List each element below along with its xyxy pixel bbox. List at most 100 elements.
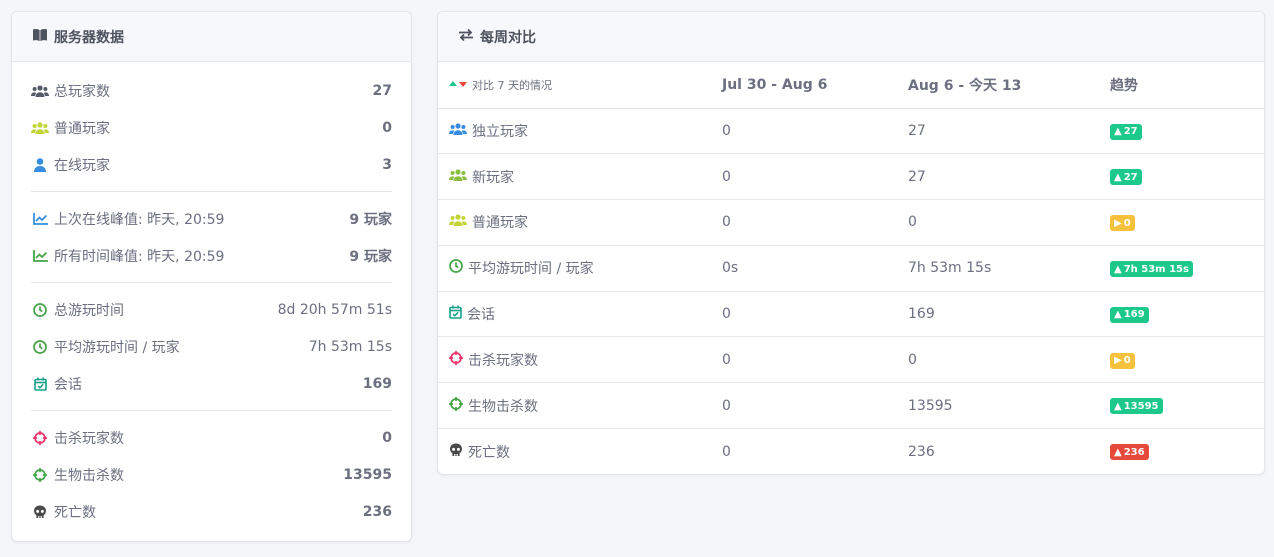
stat-row-deaths: 死亡数 236 (31, 493, 392, 530)
stat-label: 击杀玩家数 (54, 430, 124, 447)
server-stat-list: 总玩家数 27 普通玩家 0 在线玩家 3 上次在线峰值: 昨天, 20:59 … (12, 62, 411, 530)
trend-badge: ▶ 0 (1110, 352, 1135, 369)
column-header-this-week: Aug 6 - 今天 13 (897, 62, 1099, 109)
stat-row-online-players: 在线玩家 3 (31, 146, 392, 183)
stat-label: 会话 (54, 376, 82, 393)
stat-value: 236 (362, 503, 392, 520)
divider (31, 410, 392, 411)
stat-row-sessions: 会话 169 (31, 365, 392, 402)
table-row: 击杀玩家数 0 0 ▶ 0 (438, 336, 1264, 383)
stat-value: 3 (382, 156, 392, 173)
row-label: 平均游玩时间 / 玩家 (468, 261, 594, 278)
this-week-value: 27 (897, 107, 1099, 154)
trend-value: 13595 (1123, 400, 1159, 412)
this-week-value: 236 (897, 428, 1099, 474)
crosshairs-icon (31, 466, 49, 484)
stat-row-all-time-peak: 所有时间峰值: 昨天, 20:59 9 玩家 (31, 237, 392, 274)
trend-value: 7h 53m 15s (1123, 263, 1189, 275)
weekly-comparison-title: 每周对比 (480, 29, 536, 46)
trend-value: 27 (1123, 126, 1138, 138)
prev-week-value: 0 (711, 290, 897, 337)
stat-label: 总玩家数 (54, 83, 110, 100)
trend-value: 0 (1123, 355, 1131, 367)
trend-badge: ▲ 13595 (1110, 398, 1163, 415)
column-header-label: 对比 7 天的情况 (472, 78, 552, 92)
caret-up-icon: ▲ (1114, 446, 1122, 458)
this-week-value: 27 (897, 153, 1099, 200)
caret-right-icon: ▶ (1114, 217, 1122, 229)
server-data-title: 服务器数据 (54, 29, 124, 46)
stat-row-mob-kills: 生物击杀数 13595 (31, 456, 392, 493)
users-icon (31, 82, 49, 100)
trend-badge: ▶ 0 (1110, 215, 1135, 232)
trend-value: 27 (1123, 171, 1138, 183)
prev-week-value: 0 (711, 107, 897, 154)
chart-line-icon (31, 247, 49, 265)
this-week-value: 0 (897, 336, 1099, 383)
trend-value: 169 (1123, 309, 1145, 321)
sort-updown-icon (449, 78, 468, 91)
calendar-check-icon (31, 375, 49, 393)
stat-value: 0 (382, 429, 392, 446)
users-icon (449, 214, 467, 230)
row-label: 生物击杀数 (468, 398, 538, 415)
this-week-value: 169 (897, 290, 1099, 337)
divider (31, 191, 392, 192)
stat-row-avg-playtime: 平均游玩时间 / 玩家 7h 53m 15s (31, 328, 392, 365)
users-icon (449, 123, 467, 139)
stat-label: 所有时间峰值: 昨天, 20:59 (54, 248, 225, 265)
book-icon (32, 28, 48, 46)
stat-row-player-kills: 击杀玩家数 0 (31, 419, 392, 456)
weekly-comparison-card: 每周对比 对比 7 天的情况 Jul 30 - Aug 6 Aug 6 - 今天… (437, 11, 1265, 475)
user-icon (31, 156, 49, 174)
table-row: 会话 0 169 ▲ 169 (438, 290, 1264, 337)
row-label: 普通玩家 (472, 215, 528, 232)
stat-label: 总游玩时间 (54, 302, 124, 319)
crosshairs-icon (31, 429, 49, 447)
row-label: 新玩家 (472, 169, 514, 186)
stat-row-regular-players: 普通玩家 0 (31, 109, 392, 146)
comparison-table: 对比 7 天的情况 Jul 30 - Aug 6 Aug 6 - 今天 13 趋… (438, 62, 1264, 474)
skull-icon (449, 443, 463, 461)
row-label: 会话 (467, 307, 495, 324)
column-header-compare: 对比 7 天的情况 (438, 62, 711, 109)
crosshairs-icon (449, 396, 463, 415)
this-week-value: 7h 53m 15s (897, 244, 1099, 292)
stat-label: 平均游玩时间 / 玩家 (54, 339, 180, 356)
stat-value: 169 (362, 375, 392, 392)
server-data-card: 服务器数据 总玩家数 27 普通玩家 0 在线玩家 3 上次在线峰值: 昨天, … (11, 11, 412, 542)
trend-badge: ▲ 169 (1110, 306, 1149, 323)
stat-label: 上次在线峰值: 昨天, 20:59 (54, 211, 225, 228)
stat-row-total-players: 总玩家数 27 (31, 72, 392, 109)
table-row: 新玩家 0 27 ▲ 27 (438, 153, 1264, 200)
stat-label: 死亡数 (54, 504, 96, 521)
caret-up-icon: ▲ (1114, 126, 1122, 138)
stat-row-total-playtime: 总游玩时间 8d 20h 57m 51s (31, 291, 392, 328)
trend-value: 0 (1123, 217, 1131, 229)
stat-row-last-peak: 上次在线峰值: 昨天, 20:59 9 玩家 (31, 200, 392, 237)
calendar-check-icon (449, 305, 462, 323)
stat-value: 27 (372, 82, 392, 99)
column-header-prev-week: Jul 30 - Aug 6 (711, 62, 897, 109)
crosshairs-icon (449, 350, 463, 369)
prev-week-value: 0 (711, 382, 897, 429)
caret-up-icon: ▲ (1114, 171, 1122, 183)
users-icon (31, 119, 49, 137)
clock-icon (31, 301, 49, 319)
prev-week-value: 0 (711, 428, 897, 474)
trend-value: 236 (1123, 446, 1145, 458)
table-row: 独立玩家 0 27 ▲ 27 (438, 107, 1264, 154)
this-week-value: 0 (897, 199, 1099, 246)
caret-up-icon: ▲ (1114, 400, 1122, 412)
trend-badge: ▲ 27 (1110, 123, 1142, 140)
chart-line-icon (31, 210, 49, 228)
stat-value: 13595 (343, 466, 392, 483)
prev-week-value: 0s (711, 244, 897, 292)
stat-label: 生物击杀数 (54, 467, 124, 484)
stat-label: 普通玩家 (54, 120, 110, 137)
trend-badge: ▲ 236 (1110, 444, 1149, 461)
server-data-header: 服务器数据 (12, 12, 411, 62)
row-label: 死亡数 (468, 444, 510, 461)
trend-badge: ▲ 7h 53m 15s (1110, 261, 1193, 278)
exchange-icon (458, 28, 474, 46)
